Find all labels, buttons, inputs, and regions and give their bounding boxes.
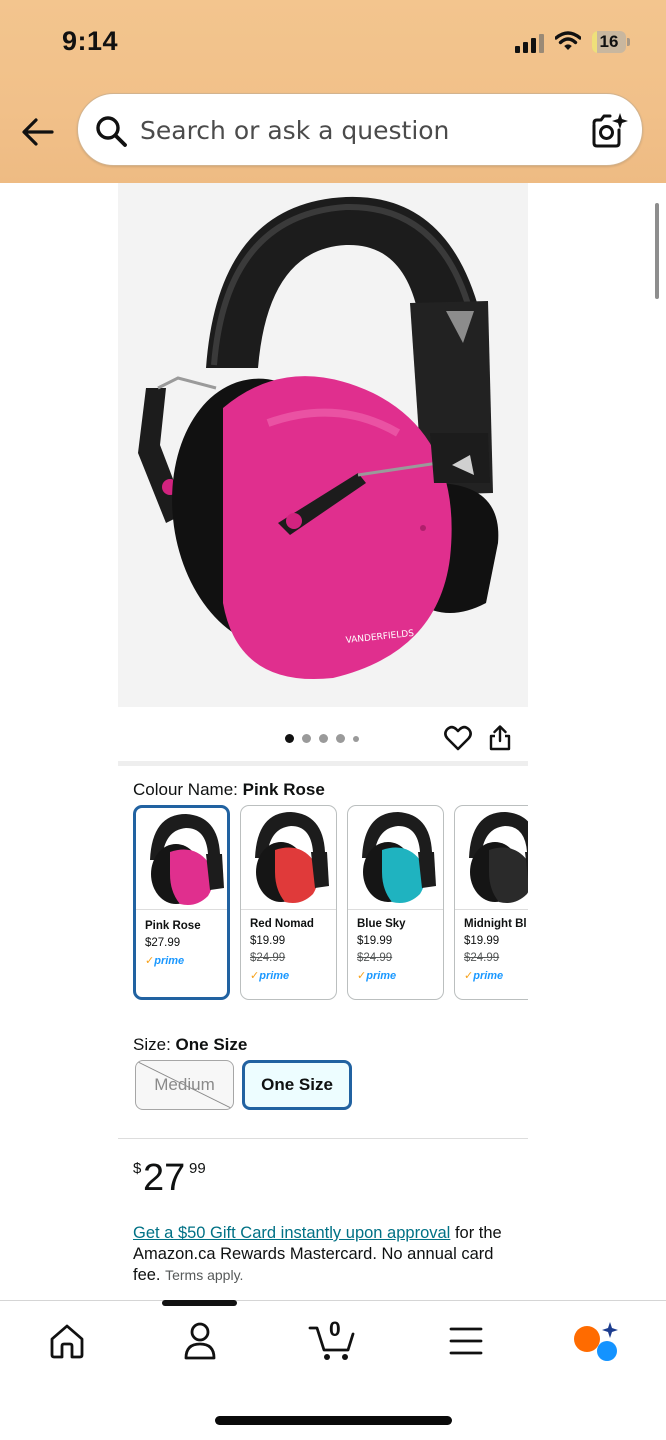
cart-count: 0	[329, 1318, 341, 1341]
prime-badge: ✓prime	[250, 970, 290, 982]
carousel-dot[interactable]	[302, 734, 311, 743]
camera-search-icon[interactable]	[588, 111, 628, 149]
prime-badge: ✓prime	[145, 955, 185, 967]
promo-text: Get a $50 Gift Card instantly upon appro…	[133, 1223, 503, 1286]
size-selected-value: One Size	[175, 1035, 248, 1054]
home-icon[interactable]	[48, 1322, 86, 1360]
back-arrow-icon[interactable]	[18, 112, 58, 152]
prime-badge: ✓prime	[357, 970, 397, 982]
cart-button[interactable]: 0	[308, 1318, 358, 1362]
swatch-thumbnail	[348, 806, 443, 910]
swatch-list-price: $24.99	[464, 952, 500, 964]
active-tab-indicator	[162, 1300, 237, 1306]
carousel-dot[interactable]	[353, 736, 359, 742]
earmuff-illustration: VANDERFIELDS	[138, 196, 499, 680]
carousel-dot-active[interactable]	[285, 734, 294, 743]
prime-badge: ✓prime	[464, 970, 504, 982]
carousel-dot[interactable]	[319, 734, 328, 743]
search-icon	[96, 116, 127, 147]
size-label-prefix: Size:	[133, 1035, 176, 1054]
battery-icon: 16	[592, 31, 630, 53]
swatch-price: $19.99	[357, 935, 393, 947]
colour-label: Colour Name: Pink Rose	[133, 780, 325, 800]
swatch-list-price: $24.99	[357, 952, 393, 964]
carousel-dot[interactable]	[336, 734, 345, 743]
swatch-name: Midnight Bl	[464, 918, 527, 930]
app-header: 9:14 16	[0, 0, 666, 183]
search-input[interactable]	[140, 110, 570, 150]
colour-swatch-row[interactable]: Pink Rose $27.99 ✓prime Red Nomad $19.99 $24.…	[133, 805, 528, 1001]
menu-icon[interactable]	[449, 1326, 483, 1356]
swatch-name: Red Nomad	[250, 918, 314, 930]
swatch-price: $27.99	[145, 937, 181, 949]
terms-text[interactable]: Terms apply.	[165, 1267, 243, 1283]
swatch-thumbnail	[455, 806, 528, 910]
account-icon[interactable]	[181, 1321, 219, 1361]
colour-swatch[interactable]: Pink Rose $27.99 ✓prime	[133, 805, 230, 1000]
colour-selected-value: Pink Rose	[242, 780, 325, 799]
battery-percentage: 16	[599, 32, 619, 51]
swatch-price: $19.99	[250, 935, 286, 947]
heart-icon[interactable]	[444, 725, 472, 751]
wifi-icon	[555, 31, 581, 50]
unavailable-strike	[136, 1061, 233, 1109]
search-bar[interactable]	[77, 93, 643, 166]
swatch-name: Blue Sky	[357, 918, 406, 930]
colour-label-prefix: Colour Name:	[133, 780, 243, 799]
section-divider	[118, 761, 528, 766]
size-label: Size: One Size	[133, 1035, 247, 1055]
size-option-one-size[interactable]: One Size	[242, 1060, 352, 1110]
swatch-name: Pink Rose	[145, 920, 201, 932]
scrollbar[interactable]	[655, 203, 659, 299]
size-option-medium[interactable]: Medium	[135, 1060, 234, 1110]
status-time: 9:14	[62, 26, 119, 56]
size-option-label: One Size	[261, 1075, 333, 1094]
rufus-assistant-icon[interactable]	[572, 1322, 620, 1362]
swatch-thumbnail	[241, 806, 336, 910]
price-fraction: 99	[189, 1160, 206, 1177]
share-icon[interactable]	[488, 725, 512, 751]
home-indicator[interactable]	[215, 1416, 452, 1425]
image-carousel-dots[interactable]	[285, 733, 375, 745]
price-symbol: $	[133, 1160, 142, 1177]
colour-swatch[interactable]: Midnight Bl $19.99 $24.99 ✓prime	[454, 805, 528, 1000]
product-image[interactable]: VANDERFIELDS	[118, 183, 528, 707]
swatch-price: $19.99	[464, 935, 500, 947]
price-whole: 27	[143, 1157, 186, 1199]
cellular-signal-icon	[515, 33, 545, 53]
section-divider	[118, 1138, 528, 1139]
colour-swatch[interactable]: Blue Sky $19.99 $24.99 ✓prime	[347, 805, 444, 1000]
colour-swatch[interactable]: Red Nomad $19.99 $24.99 ✓prime	[240, 805, 337, 1000]
gift-card-link[interactable]: Get a $50 Gift Card instantly upon appro…	[133, 1224, 450, 1242]
swatch-list-price: $24.99	[250, 952, 286, 964]
swatch-thumbnail	[136, 808, 227, 910]
